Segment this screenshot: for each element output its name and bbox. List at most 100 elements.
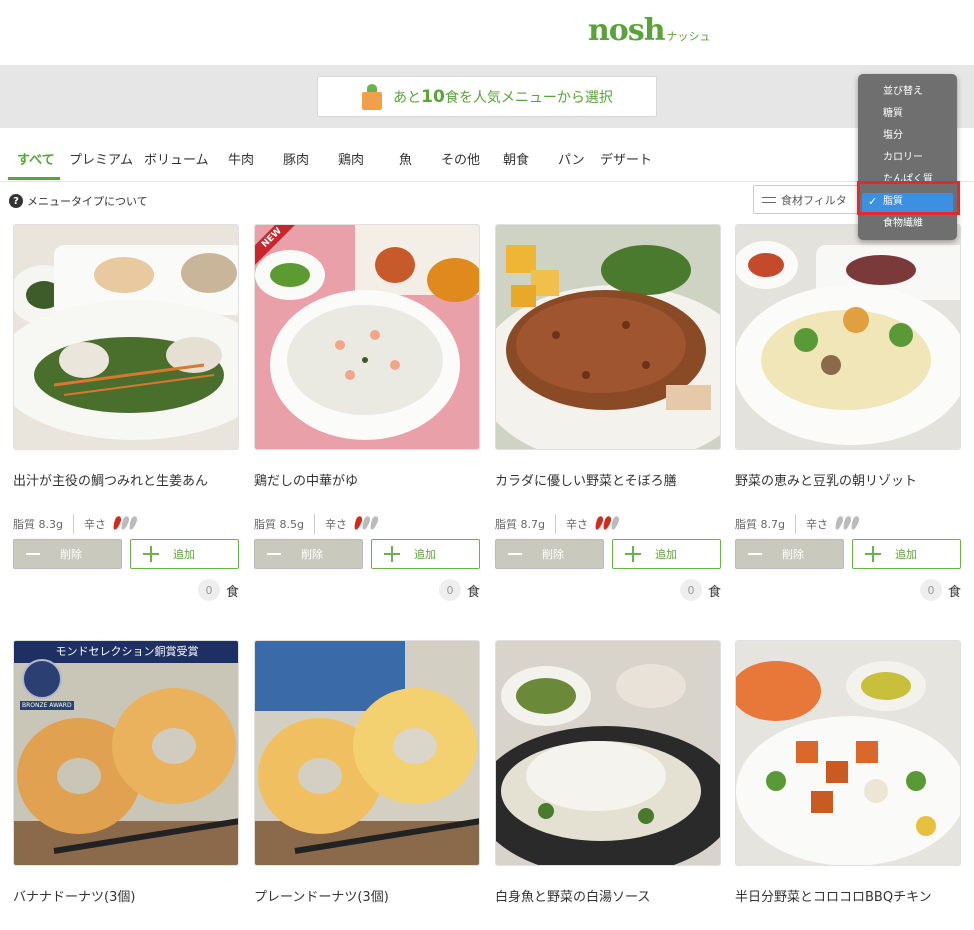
minus-icon bbox=[748, 553, 762, 555]
add-button[interactable]: 追加 bbox=[371, 539, 480, 569]
product-image[interactable] bbox=[495, 224, 721, 450]
tab-dessert[interactable]: デザート bbox=[600, 149, 652, 168]
delete-button[interactable]: 削除 bbox=[495, 539, 604, 569]
filter-label: 食材フィルタ bbox=[781, 193, 847, 207]
quantity-display: 0食 bbox=[735, 579, 961, 601]
minus-icon bbox=[267, 553, 281, 555]
product-meta: 脂質 8.7g 辛さ bbox=[495, 514, 721, 534]
category-tabs: すべて プレミアム ボリューム 牛肉 豚肉 鶏肉 魚 その他 朝食 パン デザー… bbox=[0, 128, 974, 182]
bronze-award-label: BRONZE AWARD bbox=[20, 701, 74, 710]
product-name: バナナドーナツ(3個) bbox=[13, 890, 136, 905]
product-image[interactable] bbox=[13, 224, 239, 450]
highlight-box bbox=[857, 181, 960, 215]
product-name: 半日分野菜とコロコロBBQチキン bbox=[735, 890, 932, 905]
product-card: 白身魚と野菜の白湯ソース bbox=[495, 640, 721, 930]
spice-level-icon bbox=[111, 514, 139, 533]
ingredient-filter-button[interactable]: 食材フィルタ bbox=[753, 185, 863, 214]
product-name: 野菜の恵みと豆乳の朝リゾット bbox=[735, 474, 918, 489]
add-button[interactable]: 追加 bbox=[852, 539, 961, 569]
add-button[interactable]: 追加 bbox=[130, 539, 239, 569]
tab-beef[interactable]: 牛肉 bbox=[228, 149, 254, 168]
quantity-count: 0 bbox=[679, 579, 702, 601]
grocery-bag-icon bbox=[361, 83, 383, 110]
product-image[interactable]: NEW bbox=[254, 224, 480, 450]
tab-breakfast[interactable]: 朝食 bbox=[503, 149, 529, 168]
sort-option-salt[interactable]: 塩分 bbox=[858, 127, 957, 149]
tab-premium[interactable]: プレミアム bbox=[69, 149, 133, 168]
fat-value: 脂質 8.3g bbox=[13, 518, 63, 531]
product-card: カラダに優しい野菜とそぼろ膳 脂質 8.7g 辛さ 削除 追加 0食 bbox=[495, 224, 721, 601]
tab-pork[interactable]: 豚肉 bbox=[283, 149, 309, 168]
product-image[interactable] bbox=[735, 640, 961, 866]
award-medal-icon bbox=[22, 659, 62, 699]
product-name: カラダに優しい野菜とそぼろ膳 bbox=[495, 474, 677, 489]
fat-value: 脂質 8.5g bbox=[254, 518, 304, 531]
delete-button[interactable]: 削除 bbox=[254, 539, 363, 569]
tab-chicken[interactable]: 鶏肉 bbox=[338, 149, 364, 168]
spice-level-icon bbox=[352, 514, 380, 533]
product-card: 出汁が主役の鯛つみれと生姜あん 脂質 8.3g 辛さ 削除 追加 0食 bbox=[13, 224, 239, 601]
tab-other[interactable]: その他 bbox=[441, 149, 480, 168]
product-card: 野菜の恵みと豆乳の朝リゾット 脂質 8.7g 辛さ 削除 追加 0食 bbox=[735, 224, 961, 601]
plus-icon bbox=[143, 546, 159, 562]
quantity-unit: 食 bbox=[707, 584, 721, 600]
product-name: 出汁が主役の鯛つみれと生姜あん bbox=[13, 474, 209, 489]
product-image[interactable] bbox=[495, 640, 721, 866]
menu-type-info-text: メニュータイプについて bbox=[27, 195, 148, 208]
sort-option-header[interactable]: 並び替え bbox=[858, 83, 957, 105]
active-tab-underline bbox=[8, 177, 60, 180]
quantity-count: 0 bbox=[197, 579, 220, 601]
banner-text: あと10食を人気メニューから選択 bbox=[393, 86, 613, 107]
tab-fish[interactable]: 魚 bbox=[399, 149, 412, 168]
spice-level-icon bbox=[593, 514, 621, 533]
product-meta: 脂質 8.3g 辛さ bbox=[13, 514, 239, 534]
product-image[interactable]: モンドセレクション銅賞受賞 BRONZE AWARD bbox=[13, 640, 239, 866]
quantity-count: 0 bbox=[919, 579, 942, 601]
minus-icon bbox=[508, 553, 522, 555]
popular-menu-banner[interactable]: あと10食を人気メニューから選択 bbox=[317, 76, 657, 117]
spice-label: 辛さ bbox=[324, 518, 347, 531]
logo-subtext: ナッシュ bbox=[666, 30, 711, 43]
product-name: プレーンドーナツ(3個) bbox=[254, 890, 389, 905]
product-meta: 脂質 8.5g 辛さ bbox=[254, 514, 480, 534]
fat-value: 脂質 8.7g bbox=[735, 518, 785, 531]
product-card: 半日分野菜とコロコロBBQチキン bbox=[735, 640, 961, 930]
minus-icon bbox=[26, 553, 40, 555]
menu-type-info-link[interactable]: ? メニュータイプについて bbox=[9, 193, 148, 209]
fat-value: 脂質 8.7g bbox=[495, 518, 545, 531]
product-card: NEW 鶏だしの中華がゆ 脂質 8.5g 辛さ 削除 追加 0食 bbox=[254, 224, 480, 601]
delete-button[interactable]: 削除 bbox=[735, 539, 844, 569]
product-card: モンドセレクション銅賞受賞 BRONZE AWARD バナナドーナツ(3個) bbox=[13, 640, 239, 930]
sort-option-carbs[interactable]: 糖質 bbox=[858, 105, 957, 127]
plus-icon bbox=[625, 546, 641, 562]
quantity-display: 0食 bbox=[254, 579, 480, 601]
logo-text: nosh bbox=[588, 13, 666, 48]
tab-all[interactable]: すべて bbox=[17, 149, 55, 168]
quantity-display: 0食 bbox=[495, 579, 721, 601]
quantity-count: 0 bbox=[438, 579, 461, 601]
spice-label: 辛さ bbox=[565, 518, 588, 531]
sort-dropdown-menu: 並び替え 糖質 塩分 カロリー たんぱく質 ✓ 脂質 食物繊維 bbox=[858, 74, 957, 240]
spice-level-icon bbox=[833, 514, 861, 533]
tab-bread[interactable]: パン bbox=[558, 149, 585, 168]
spice-label: 辛さ bbox=[805, 518, 828, 531]
banner-bar: あと10食を人気メニューから選択 bbox=[0, 66, 974, 128]
add-button[interactable]: 追加 bbox=[612, 539, 721, 569]
product-card: プレーンドーナツ(3個) bbox=[254, 640, 480, 930]
product-image[interactable] bbox=[254, 640, 480, 866]
sort-option-fiber[interactable]: 食物繊維 bbox=[858, 215, 957, 237]
plus-icon bbox=[384, 546, 400, 562]
spice-label: 辛さ bbox=[83, 518, 106, 531]
site-header: nosh ナッシュ bbox=[0, 0, 974, 66]
quantity-unit: 食 bbox=[466, 584, 480, 600]
sort-option-calorie[interactable]: カロリー bbox=[858, 149, 957, 171]
tab-volume[interactable]: ボリューム bbox=[144, 149, 209, 168]
nosh-logo[interactable]: nosh ナッシュ bbox=[588, 13, 711, 48]
quantity-unit: 食 bbox=[947, 584, 961, 600]
plus-icon bbox=[865, 546, 881, 562]
delete-button[interactable]: 削除 bbox=[13, 539, 122, 569]
question-icon: ? bbox=[9, 194, 23, 208]
quantity-display: 0食 bbox=[13, 579, 239, 601]
product-image[interactable] bbox=[735, 224, 961, 450]
filter-sliders-icon bbox=[762, 195, 776, 205]
